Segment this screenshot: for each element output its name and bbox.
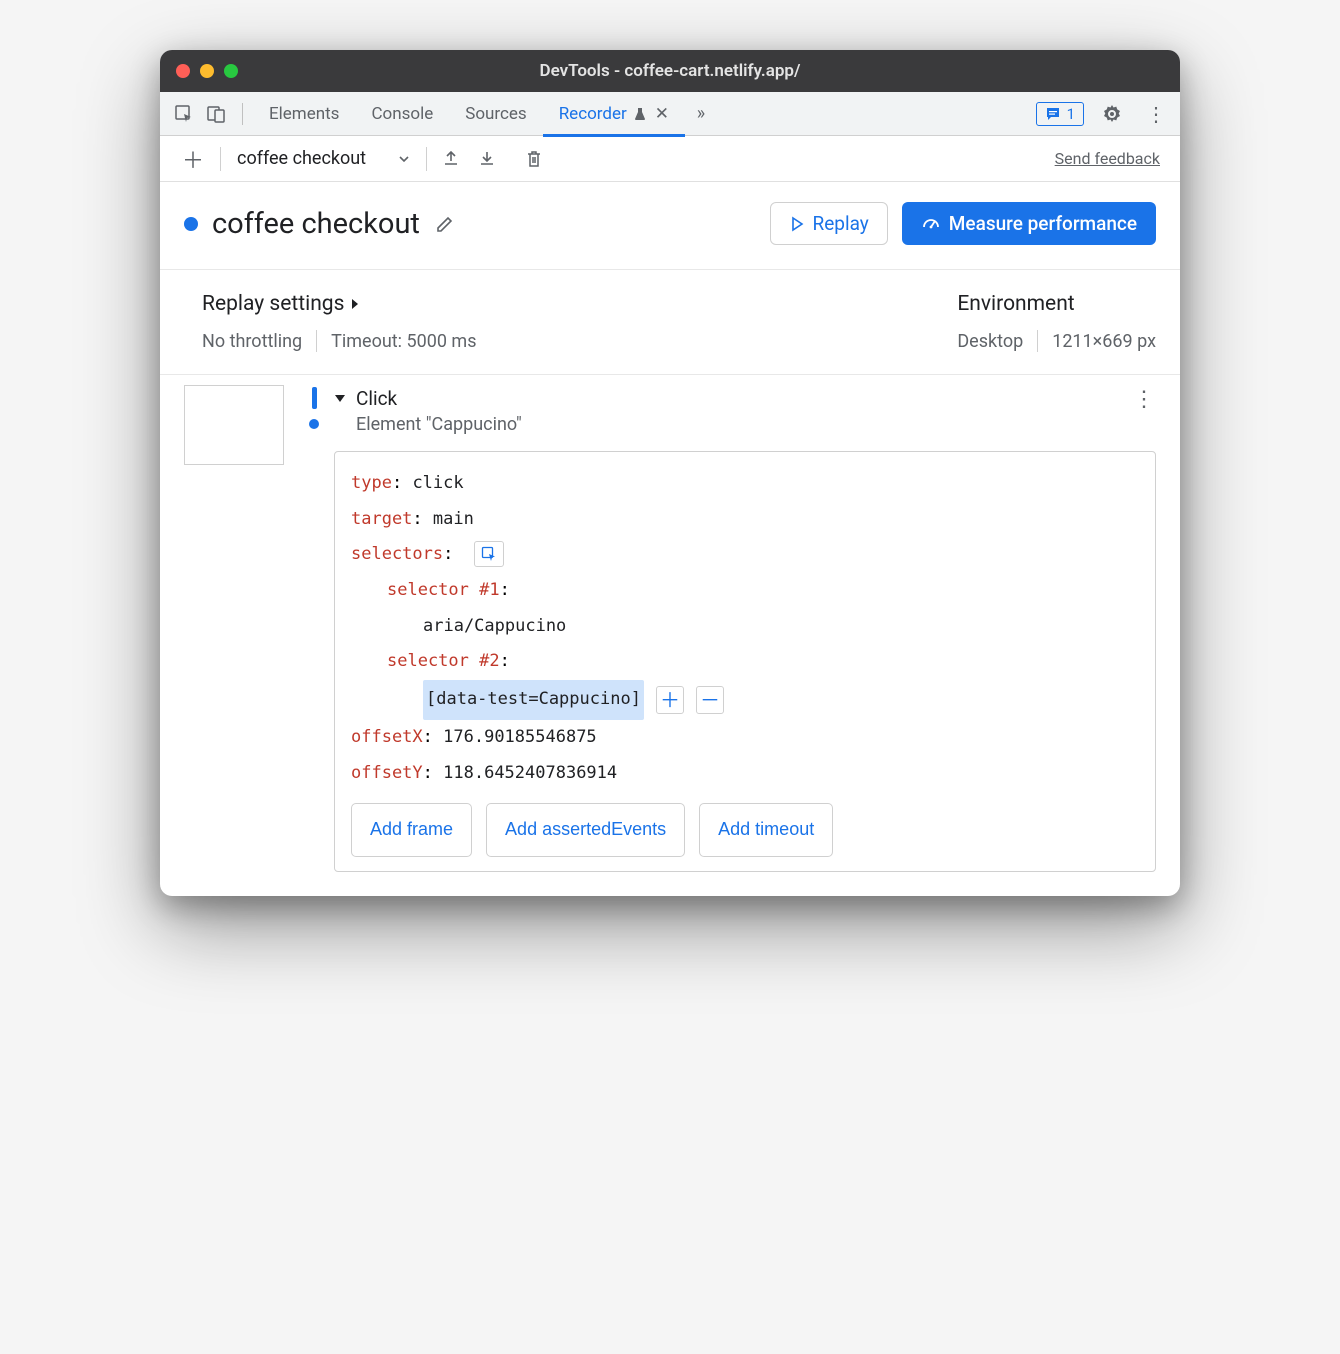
chat-icon (1045, 106, 1061, 122)
titlebar: DevTools - coffee-cart.netlify.app/ (160, 50, 1180, 92)
device-value: Desktop (957, 331, 1023, 352)
more-tabs-icon[interactable]: » (685, 98, 717, 130)
window-title: DevTools - coffee-cart.netlify.app/ (160, 61, 1180, 81)
timeout-value: Timeout: 5000 ms (331, 331, 476, 352)
close-tab-icon[interactable]: ✕ (655, 104, 669, 124)
step-kebab-menu-icon[interactable]: ⋮ (1133, 387, 1156, 412)
experiment-icon (633, 107, 647, 121)
recording-status-dot-icon (184, 217, 198, 231)
timeline-dot-icon (309, 419, 319, 429)
step-subtitle: Element "Cappucino" (356, 414, 522, 435)
delete-icon[interactable] (517, 149, 551, 169)
replay-settings-heading[interactable]: Replay settings (202, 292, 477, 316)
prop-key-target: target (351, 509, 412, 529)
recorder-toolbar: ＋ coffee checkout Send feedback (160, 136, 1180, 182)
divider (242, 103, 243, 125)
environment-heading: Environment (957, 292, 1156, 316)
timeline (294, 383, 334, 872)
minimize-window-button[interactable] (200, 64, 214, 78)
prop-val-selector2[interactable]: [data-test=Cappucino] (423, 680, 644, 720)
prop-key-selector2: selector #2 (387, 651, 500, 671)
inspect-element-icon[interactable] (168, 98, 200, 130)
prop-val-selector1[interactable]: aria/Cappucino (423, 616, 566, 636)
chevron-right-icon (350, 298, 360, 310)
measure-performance-button[interactable]: Measure performance (902, 202, 1156, 245)
kebab-menu-icon[interactable]: ⋮ (1140, 98, 1172, 130)
throttling-value: No throttling (202, 331, 302, 352)
divider (1037, 330, 1038, 352)
device-toggle-icon[interactable] (200, 98, 232, 130)
add-asserted-events-button[interactable]: Add assertedEvents (486, 803, 685, 857)
edit-title-icon[interactable] (434, 213, 456, 235)
settings-gear-icon[interactable] (1096, 98, 1128, 130)
divider (316, 330, 317, 352)
play-icon (789, 216, 805, 232)
prop-val-offsetx[interactable]: 176.90185546875 (443, 727, 597, 747)
tab-elements[interactable]: Elements (253, 92, 355, 136)
add-frame-button[interactable]: Add frame (351, 803, 472, 857)
replay-settings-section: Replay settings No throttling Timeout: 5… (202, 292, 477, 352)
issues-badge[interactable]: 1 (1036, 102, 1084, 126)
prop-key-type: type (351, 473, 392, 493)
issues-count: 1 (1067, 105, 1075, 123)
prop-val-offsety[interactable]: 118.6452407836914 (443, 763, 617, 783)
recording-header: coffee checkout Replay Measure performan… (160, 182, 1180, 269)
settings-panel: Replay settings No throttling Timeout: 5… (160, 269, 1180, 375)
gauge-icon (921, 214, 941, 234)
new-recording-button[interactable]: ＋ (172, 143, 214, 175)
prop-val-type[interactable]: click (412, 473, 463, 493)
export-icon[interactable] (433, 149, 469, 169)
prop-key-selectors: selectors (351, 544, 443, 564)
remove-selector-button[interactable]: － (696, 686, 724, 714)
divider (220, 147, 221, 171)
steps-list: Click Element "Cappucino" ⋮ type: click … (160, 375, 1180, 896)
chevron-down-icon (398, 153, 410, 165)
collapse-step-icon[interactable] (334, 392, 346, 404)
selector-picker-button[interactable] (474, 541, 504, 567)
prop-key-selector1: selector #1 (387, 580, 500, 600)
devtools-window: DevTools - coffee-cart.netlify.app/ Elem… (160, 50, 1180, 896)
tabstrip: Elements Console Sources Recorder ✕ » 1 … (160, 92, 1180, 136)
timeline-marker-icon (312, 387, 317, 409)
environment-section: Environment Desktop 1211×669 px (957, 292, 1156, 352)
add-timeout-button[interactable]: Add timeout (699, 803, 833, 857)
close-window-button[interactable] (176, 64, 190, 78)
add-selector-button[interactable]: ＋ (656, 686, 684, 714)
tab-sources[interactable]: Sources (449, 92, 542, 136)
step-details: type: click target: main selectors: sele… (334, 451, 1156, 872)
divider (426, 147, 427, 171)
tab-console[interactable]: Console (355, 92, 449, 136)
zoom-window-button[interactable] (224, 64, 238, 78)
step-title: Click (356, 387, 522, 410)
prop-val-target[interactable]: main (433, 509, 474, 529)
recording-title: coffee checkout (212, 207, 420, 241)
traffic-lights (176, 64, 238, 78)
prop-key-offsety: offsetY (351, 763, 423, 783)
tab-recorder[interactable]: Recorder ✕ (543, 92, 685, 136)
prop-key-offsetx: offsetX (351, 727, 423, 747)
import-icon[interactable] (469, 149, 505, 169)
step-thumbnail[interactable] (184, 385, 284, 465)
recording-select[interactable]: coffee checkout (227, 148, 420, 169)
viewport-value: 1211×669 px (1052, 331, 1156, 352)
replay-button[interactable]: Replay (770, 202, 888, 245)
step-item: Click Element "Cappucino" ⋮ type: click … (334, 383, 1156, 872)
send-feedback-link[interactable]: Send feedback (1055, 149, 1160, 168)
